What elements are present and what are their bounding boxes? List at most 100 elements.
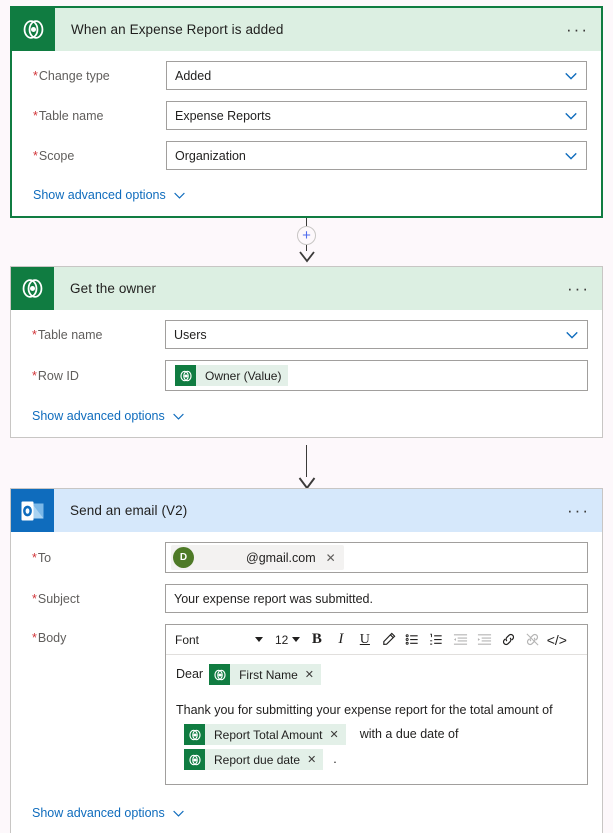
- field-row-id: *Row ID Owner (Value): [25, 360, 588, 391]
- remove-token-icon[interactable]: ✕: [305, 668, 321, 681]
- chevron-down-icon: [173, 192, 185, 199]
- field-label-to: *To: [32, 550, 52, 565]
- chevron-down-icon: [172, 810, 184, 817]
- row-id-input[interactable]: Owner (Value): [165, 360, 588, 391]
- numbered-list-icon[interactable]: [425, 628, 448, 651]
- users-table-value: Users: [174, 327, 207, 342]
- get-owner-title: Get the owner: [70, 281, 157, 296]
- send-email-card-header[interactable]: Send an email (V2) ···: [11, 489, 602, 532]
- connector-get-owner-to-send-email: [0, 445, 613, 490]
- send-email-more-menu-button[interactable]: ···: [567, 502, 590, 519]
- required-asterisk: *: [32, 368, 37, 383]
- get-owner-card-header[interactable]: Get the owner ···: [11, 267, 602, 310]
- font-family-value: Font: [175, 632, 200, 647]
- get-owner-show-advanced-options[interactable]: Show advanced options: [25, 402, 588, 437]
- dataverse-token-icon: [184, 749, 205, 770]
- font-family-select[interactable]: Font: [170, 629, 268, 651]
- table-name-value: Expense Reports: [175, 108, 271, 123]
- required-asterisk: *: [32, 591, 37, 606]
- trigger-title: When an Expense Report is added: [71, 22, 284, 37]
- unlink-icon[interactable]: [521, 628, 544, 651]
- token-label: First Name: [239, 667, 298, 682]
- font-size-select[interactable]: 12: [269, 629, 304, 651]
- font-size-value: 12: [275, 632, 289, 647]
- insert-step-button[interactable]: +: [297, 226, 316, 245]
- required-asterisk: *: [33, 108, 38, 123]
- body-amount-line: Report Total Amount ✕ with a due date of: [176, 724, 577, 745]
- bulleted-list-icon[interactable]: [401, 628, 424, 651]
- dataverse-icon: [11, 267, 54, 310]
- send-email-card-body: *To D @gmail.com ✕ *Subject Your expense…: [11, 532, 602, 833]
- connector-trigger-to-get-owner: +: [0, 218, 613, 263]
- recipient-chip[interactable]: D @gmail.com ✕: [171, 545, 344, 570]
- dynamic-content-token[interactable]: Owner (Value): [175, 365, 289, 386]
- field-label-scope: *Scope: [33, 148, 75, 163]
- highlight-pen-icon[interactable]: [377, 628, 400, 651]
- table-name-dropdown[interactable]: Expense Reports: [166, 101, 587, 130]
- trigger-card-header[interactable]: When an Expense Report is added ···: [12, 8, 601, 51]
- chevron-down-icon: [172, 413, 184, 420]
- change-type-dropdown[interactable]: Added: [166, 61, 587, 90]
- change-type-value: Added: [175, 68, 212, 83]
- field-to: *To D @gmail.com ✕: [25, 542, 588, 573]
- trigger-more-menu-button[interactable]: ···: [566, 21, 589, 38]
- show-advanced-label: Show advanced options: [32, 806, 165, 820]
- required-asterisk: *: [32, 550, 37, 565]
- get-owner-card[interactable]: Get the owner ··· *Table name Users *Row…: [10, 266, 603, 438]
- increase-indent-icon[interactable]: [473, 628, 496, 651]
- scope-dropdown[interactable]: Organization: [166, 141, 587, 170]
- send-email-card[interactable]: Send an email (V2) ··· *To D @gmail.com …: [10, 488, 603, 833]
- flow-designer-canvas: When an Expense Report is added ··· *Cha…: [0, 0, 613, 833]
- field-subject: *Subject Your expense report was submitt…: [25, 584, 588, 613]
- field-label-table-name: *Table name: [33, 108, 104, 123]
- trigger-show-advanced-options[interactable]: Show advanced options: [26, 181, 587, 216]
- token-label: Report Total Amount: [214, 727, 323, 742]
- field-body: *Body Font 12 B I U </> Dear First Name …: [25, 624, 588, 785]
- token-label: Report due date: [214, 752, 301, 767]
- get-owner-card-body: *Table name Users *Row ID Owner (Value) …: [11, 310, 602, 437]
- field-label-subject: *Subject: [32, 591, 80, 606]
- underline-button[interactable]: U: [353, 628, 376, 651]
- avatar: D: [173, 547, 194, 568]
- body-rich-text-editor[interactable]: Font 12 B I U </> Dear First Name ✕ Than…: [165, 624, 588, 785]
- middle-text: with a due date of: [359, 727, 459, 741]
- dynamic-content-token-total-amount[interactable]: Report Total Amount ✕: [184, 724, 346, 745]
- link-icon[interactable]: [497, 628, 520, 651]
- field-change-type: *Change type Added: [26, 61, 587, 90]
- dataverse-token-icon: [209, 664, 231, 685]
- field-table-name: *Table name Expense Reports: [26, 101, 587, 130]
- dynamic-content-token-first-name[interactable]: First Name ✕: [209, 664, 321, 685]
- greeting-text: Dear: [176, 667, 204, 681]
- show-advanced-label: Show advanced options: [33, 188, 166, 202]
- bold-button[interactable]: B: [305, 628, 328, 651]
- dataverse-icon: [12, 8, 55, 51]
- send-email-show-advanced-options[interactable]: Show advanced options: [25, 796, 588, 833]
- subject-input[interactable]: Your expense report was submitted.: [165, 584, 588, 613]
- dynamic-content-token-due-date[interactable]: Report due date ✕: [184, 749, 324, 770]
- required-asterisk: *: [32, 631, 37, 645]
- italic-button[interactable]: I: [329, 628, 352, 651]
- get-owner-more-menu-button[interactable]: ···: [567, 280, 590, 297]
- field-label-users-table-name: *Table name: [32, 327, 103, 342]
- required-asterisk: *: [32, 327, 37, 342]
- recipient-email: @gmail.com: [246, 550, 316, 565]
- field-label-row-id: *Row ID: [32, 368, 79, 383]
- chevron-down-icon: [255, 637, 263, 642]
- to-input[interactable]: D @gmail.com ✕: [165, 542, 588, 573]
- remove-token-icon[interactable]: ✕: [330, 728, 346, 741]
- paragraph-text: Thank you for submitting your expense re…: [176, 703, 553, 717]
- remove-token-icon[interactable]: ✕: [307, 753, 323, 766]
- trigger-card-body: *Change type Added *Table name Expense R…: [12, 51, 601, 216]
- rich-text-toolbar: Font 12 B I U </>: [166, 625, 587, 655]
- code-view-button[interactable]: </>: [545, 628, 568, 651]
- body-content-area[interactable]: Dear First Name ✕ Thank you for submitti…: [166, 655, 587, 784]
- outlook-icon: [11, 489, 54, 532]
- chevron-down-icon: [292, 637, 301, 642]
- trigger-card[interactable]: When an Expense Report is added ··· *Cha…: [10, 6, 603, 218]
- remove-recipient-icon[interactable]: ✕: [326, 551, 344, 565]
- decrease-indent-icon[interactable]: [449, 628, 472, 651]
- dataverse-token-icon: [175, 365, 196, 386]
- token-label: Owner (Value): [205, 368, 282, 383]
- users-table-dropdown[interactable]: Users: [165, 320, 588, 349]
- field-scope: *Scope Organization: [26, 141, 587, 170]
